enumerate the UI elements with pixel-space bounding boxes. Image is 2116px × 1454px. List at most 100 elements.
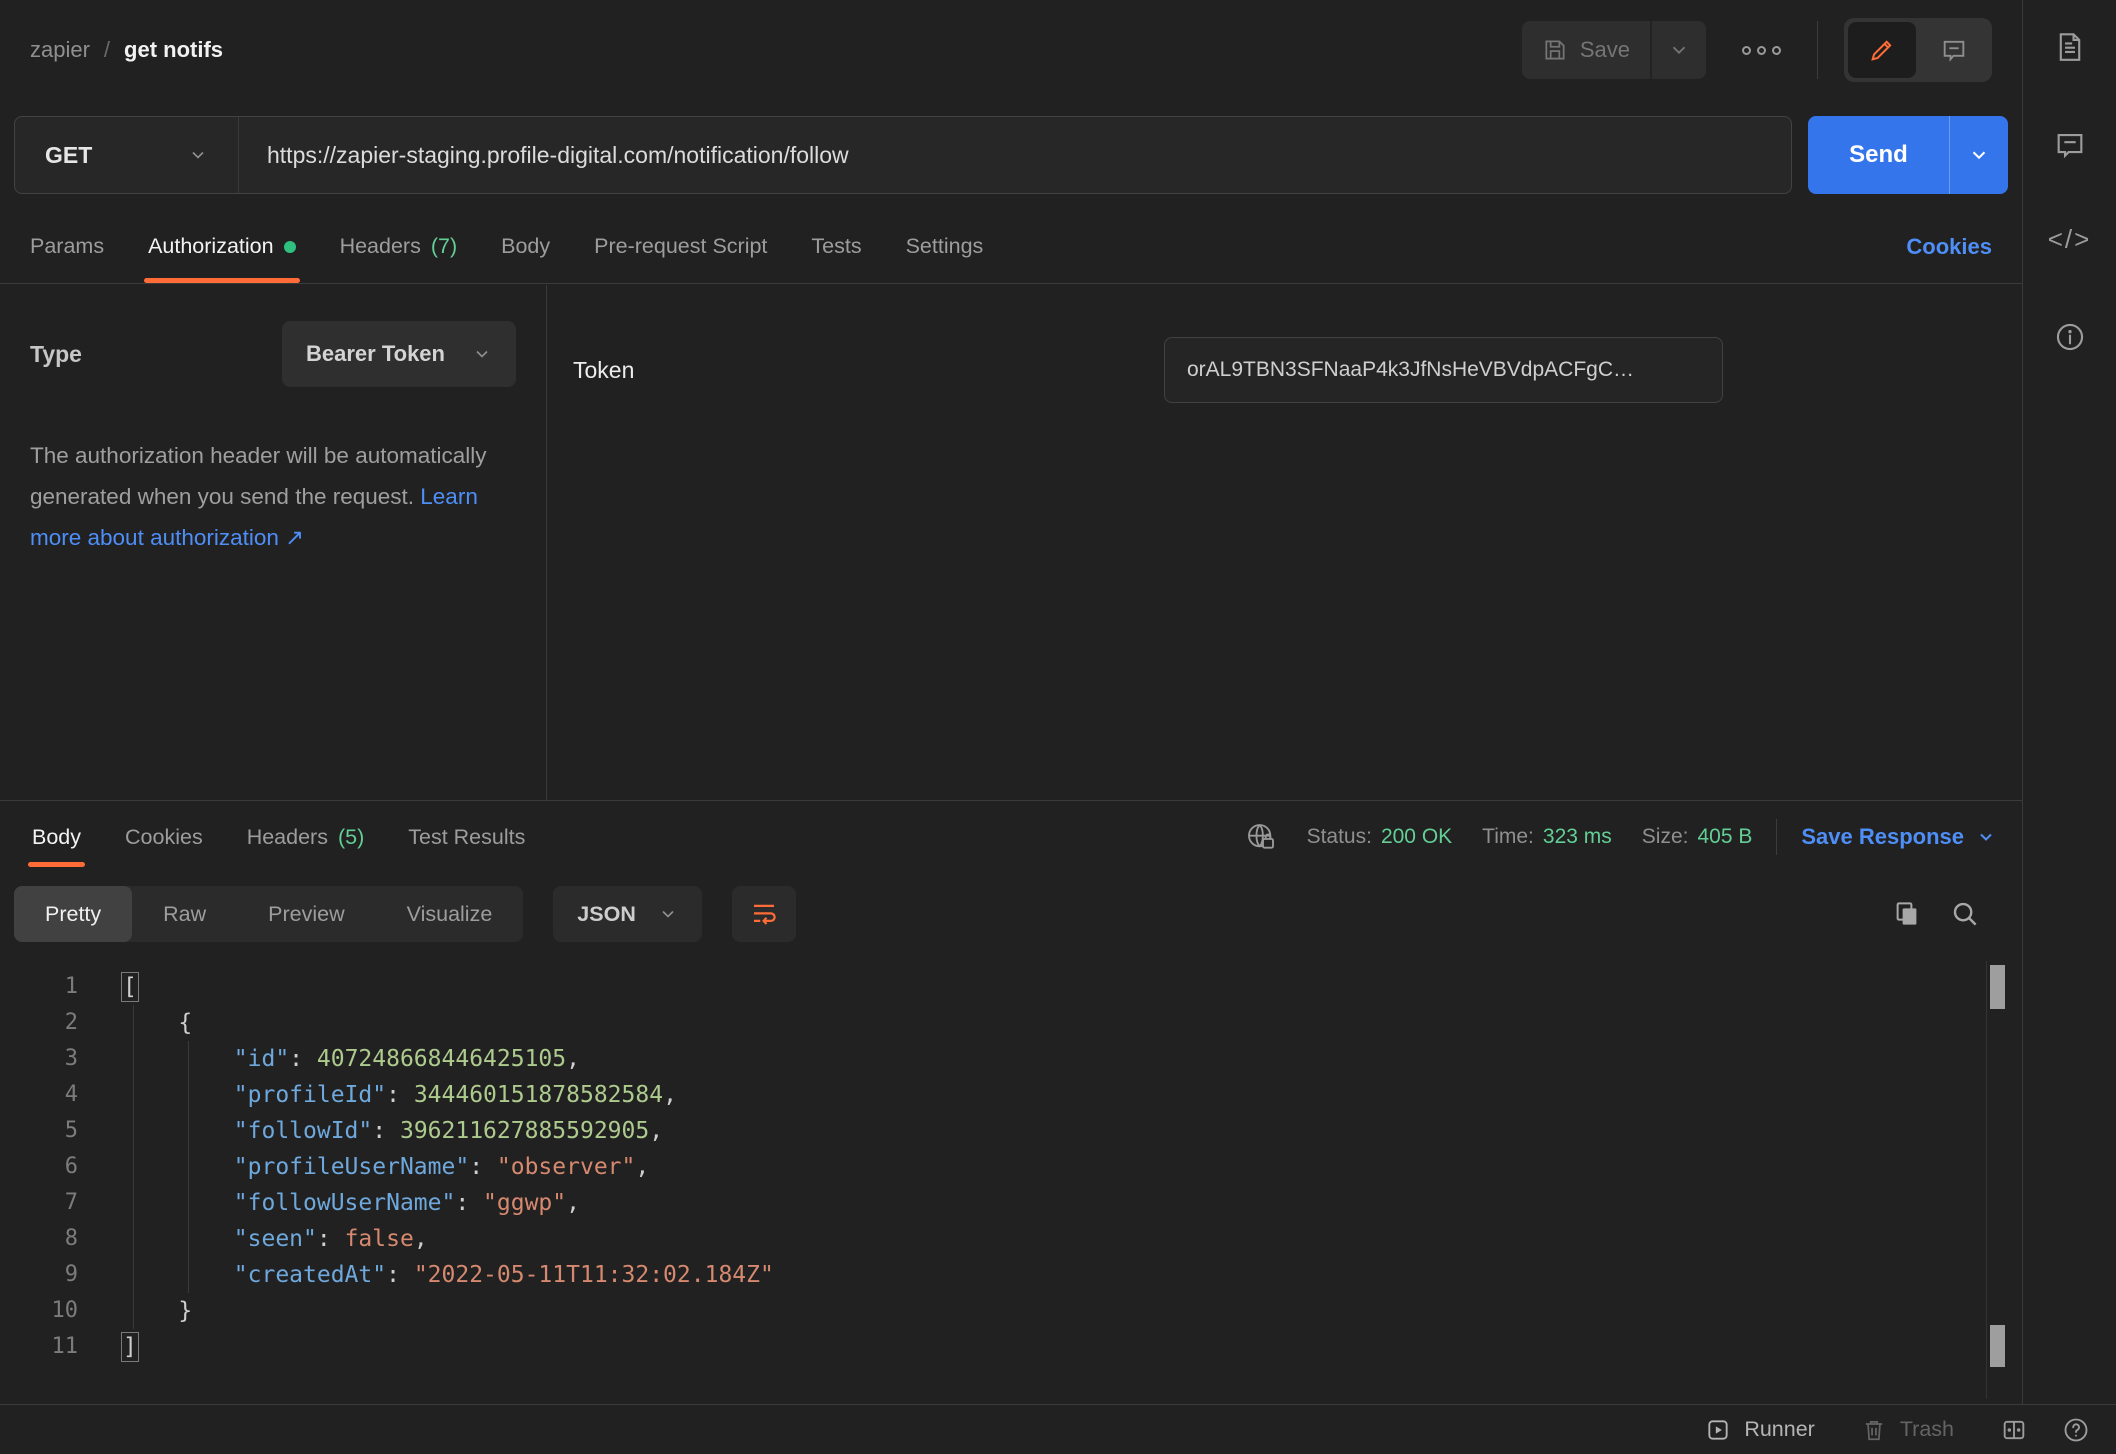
save-icon (1542, 37, 1568, 63)
chevron-down-icon (658, 904, 678, 924)
auth-token-panel: Token orAL9TBN3SFNaaP4k3JfNsHeVBVdpACFgC… (547, 285, 2022, 800)
meta-divider (1776, 819, 1777, 855)
code-token: : (317, 1226, 345, 1252)
token-input[interactable]: orAL9TBN3SFNaaP4k3JfNsHeVBVdpACFgC… (1164, 337, 1723, 403)
scrollbar-thumb[interactable] (1990, 965, 2005, 1009)
trash-button[interactable]: Trash (1861, 1417, 1954, 1443)
breadcrumb: zapier / get notifs (30, 37, 223, 63)
chevron-down-icon (1968, 144, 1990, 166)
response-tab-headers[interactable]: Headers(5) (225, 801, 387, 873)
response-tab-label: Headers (247, 825, 328, 850)
save-response-button[interactable]: Save Response (1801, 824, 2012, 850)
code-token: false (345, 1226, 414, 1252)
network-globe-icon[interactable] (1245, 821, 1277, 853)
more-options-button[interactable] (1732, 36, 1791, 65)
code-line: 8 "seen": false, (0, 1221, 2022, 1257)
code-token: , (566, 1190, 580, 1216)
token-label: Token (573, 357, 1164, 384)
auth-type-select[interactable]: Bearer Token (282, 321, 516, 387)
response-body-viewer: 1[2 {3 "id": 407248668446425105,4 "profi… (0, 955, 2022, 1404)
search-icon[interactable] (1950, 899, 1980, 929)
request-tab-settings[interactable]: Settings (884, 210, 1006, 283)
indent-guide (188, 1041, 189, 1293)
code-token: "ggwp" (483, 1190, 566, 1216)
method-select[interactable]: GET (15, 117, 239, 193)
url-input[interactable]: https://zapier-staging.profile-digital.c… (239, 142, 877, 169)
request-tab-body[interactable]: Body (479, 210, 572, 283)
viewer-mode-pretty[interactable]: Pretty (14, 886, 132, 942)
indent (123, 1154, 234, 1180)
code-lines: 1[2 {3 "id": 407248668446425105,4 "profi… (0, 955, 2022, 1365)
runner-play-icon (1705, 1417, 1731, 1443)
breadcrumb-request-name[interactable]: get notifs (124, 37, 223, 63)
request-tab-label: Pre-request Script (594, 234, 767, 259)
line-content: { (78, 1005, 192, 1041)
code-token: 407248668446425105 (317, 1046, 566, 1072)
send-options-button[interactable] (1950, 144, 2008, 166)
code-token: } (178, 1298, 192, 1324)
code-snippet-icon[interactable]: </> (2048, 224, 2092, 255)
panel-layout-icon[interactable] (2000, 1416, 2028, 1444)
request-tabs-list: Params Authorization Headers(7)Body Pre-req… (8, 210, 1005, 283)
request-tab-pre-request-script[interactable]: Pre-request Script (572, 210, 789, 283)
send-button[interactable]: Send (1808, 141, 1949, 169)
request-tabs: Params Authorization Headers(7)Body Pre-req… (0, 210, 2022, 284)
response-tab-cookies[interactable]: Cookies (103, 801, 225, 873)
documentation-icon[interactable] (2053, 30, 2087, 64)
line-content: "followUserName": "ggwp", (78, 1185, 580, 1221)
pencil-icon (1868, 36, 1896, 64)
line-content: "followId": 396211627885592905, (78, 1113, 663, 1149)
save-button[interactable]: Save (1522, 21, 1650, 79)
comment-mode-button[interactable] (1920, 22, 1988, 78)
code-token: "seen" (234, 1226, 317, 1252)
size-value: 405 B (1697, 825, 1752, 849)
comments-icon[interactable] (2053, 128, 2087, 162)
indent (123, 1226, 234, 1252)
response-tab-label: Cookies (125, 825, 203, 850)
request-tab-headers[interactable]: Headers(7) (318, 210, 480, 283)
line-number: 10 (0, 1293, 78, 1329)
size-label: Size: (1642, 825, 1689, 849)
format-select[interactable]: JSON (553, 886, 702, 942)
request-tab-params[interactable]: Params (8, 210, 126, 283)
scrollbar-track[interactable] (1986, 961, 2006, 1399)
response-tab-test-results[interactable]: Test Results (386, 801, 547, 873)
mode-segmented-control (1844, 18, 1992, 82)
line-content: "createdAt": "2022-05-11T11:32:02.184Z" (78, 1257, 774, 1293)
cookies-link[interactable]: Cookies (1906, 234, 2014, 260)
runner-button[interactable]: Runner (1705, 1417, 1815, 1443)
save-button-group: Save (1522, 21, 1706, 79)
save-options-button[interactable] (1652, 21, 1706, 79)
help-icon[interactable] (2062, 1416, 2090, 1444)
viewer-mode-preview[interactable]: Preview (237, 886, 375, 942)
request-tab-authorization[interactable]: Authorization (126, 210, 318, 283)
line-number: 8 (0, 1221, 78, 1257)
copy-icon[interactable] (1892, 899, 1922, 929)
request-tab-tests[interactable]: Tests (789, 210, 883, 283)
request-tab-label: Params (30, 234, 104, 259)
code-token: "createdAt" (234, 1262, 386, 1288)
breadcrumb-workspace[interactable]: zapier (30, 37, 90, 63)
request-tab-label: Authorization (148, 234, 274, 259)
code-token: , (635, 1154, 649, 1180)
response-tab-label: Body (32, 825, 81, 850)
line-number: 11 (0, 1329, 78, 1365)
format-value: JSON (577, 902, 636, 927)
line-number: 3 (0, 1041, 78, 1077)
scrollbar-thumb[interactable] (1990, 1325, 2005, 1367)
response-viewer-toolbar: PrettyRawPreviewVisualize JSON (0, 873, 2022, 955)
edit-mode-button[interactable] (1848, 22, 1916, 78)
indent (123, 1118, 234, 1144)
code-token: : (289, 1046, 317, 1072)
viewer-mode-tabs: PrettyRawPreviewVisualize (14, 886, 523, 942)
wrap-text-button[interactable] (732, 886, 796, 942)
response-tab-body[interactable]: Body (10, 801, 103, 873)
code-token: : (469, 1154, 497, 1180)
request-tab-count: (7) (431, 234, 457, 259)
viewer-mode-raw[interactable]: Raw (132, 886, 237, 942)
save-button-label: Save (1580, 37, 1630, 63)
code-token: : (386, 1082, 414, 1108)
viewer-mode-visualize[interactable]: Visualize (376, 886, 524, 942)
info-icon[interactable] (2053, 320, 2087, 354)
comment-icon (1940, 36, 1968, 64)
